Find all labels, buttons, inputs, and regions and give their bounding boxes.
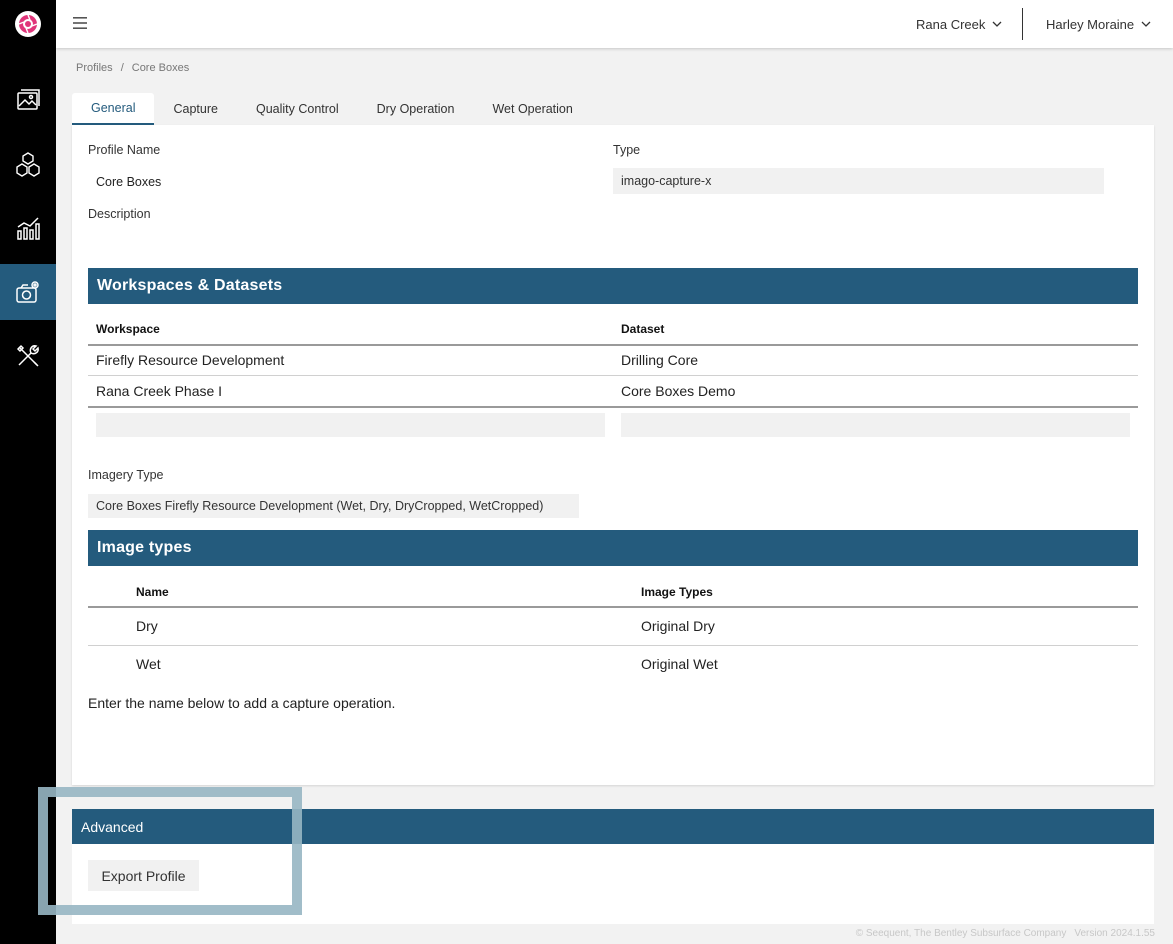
table-row-workspace: Rana Creek Phase I: [96, 383, 223, 399]
table-row-divider: [88, 406, 1138, 408]
table-row-name: Dry: [136, 618, 158, 634]
footer: © Seequent, The Bentley Subsurface Compa…: [848, 928, 1155, 939]
table-row-dataset: Drilling Core: [621, 352, 699, 368]
header-divider: [1022, 8, 1023, 40]
camera-settings-icon: [16, 281, 39, 303]
column-header-workspace: Workspace: [96, 322, 160, 336]
user-menu[interactable]: Harley Moraine: [1046, 0, 1151, 48]
imagery-type-field: Core Boxes Firefly Resource Development …: [88, 494, 579, 518]
table-row-workspace: Firefly Resource Development: [96, 352, 285, 368]
table-row-image-type: Original Wet: [641, 656, 718, 672]
breadcrumb-current: Core Boxes: [131, 62, 190, 74]
column-header-dataset: Dataset: [621, 322, 665, 336]
tab-wet-operation[interactable]: Wet Operation: [473, 93, 591, 125]
tab-capture[interactable]: Capture: [154, 93, 236, 125]
workspace-selector-label: Rana Creek: [916, 16, 986, 32]
workspace-selector[interactable]: Rana Creek: [916, 0, 1002, 48]
capture-operation-hint: Enter the name below to add a capture op…: [88, 695, 396, 711]
description-label: Description: [88, 207, 151, 221]
new-workspace-input[interactable]: [96, 413, 605, 437]
table-header-divider: [88, 606, 1138, 608]
chevron-down-icon: [1141, 21, 1151, 27]
tab-general[interactable]: General: [72, 93, 155, 125]
profile-name-label: Profile Name: [88, 143, 161, 157]
breadcrumb: Profiles / Core Boxes: [76, 62, 189, 74]
user-name: Harley Moraine: [1046, 16, 1135, 32]
profile-tabs: General Capture Quality Control Dry Oper…: [72, 93, 592, 125]
table-row-image-type: Original Dry: [641, 618, 715, 634]
hamburger-menu-icon[interactable]: [73, 16, 87, 30]
chevron-down-icon: [992, 21, 1002, 27]
type-field: imago-capture-x: [613, 168, 1104, 194]
table-row-name: Wet: [136, 656, 161, 672]
sidebar: [0, 0, 56, 944]
footer-version: Version 2024.1.55: [1074, 928, 1155, 939]
breadcrumb-separator: /: [120, 62, 124, 74]
workspaces-section-header: Workspaces & Datasets: [88, 268, 1138, 304]
nav-tools[interactable]: [0, 328, 56, 384]
app-logo-icon[interactable]: [14, 10, 42, 38]
nav-capture-profiles[interactable]: [0, 264, 56, 320]
type-label: Type: [613, 143, 641, 157]
tools-icon: [16, 344, 39, 367]
image-types-table: Name Image Types Dry Original Dry Wet Or…: [88, 566, 1138, 686]
tab-dry-operation[interactable]: Dry Operation: [358, 93, 474, 125]
table-row-dataset: Core Boxes Demo: [621, 383, 736, 399]
column-header-image-types: Image Types: [641, 585, 713, 599]
breadcrumb-profiles[interactable]: Profiles: [76, 62, 113, 74]
profile-name-value[interactable]: Core Boxes: [96, 175, 161, 189]
imagery-type-label: Imagery Type: [88, 468, 164, 482]
nav-boxes[interactable]: [0, 136, 56, 192]
table-header-divider: [88, 344, 1138, 346]
table-row-divider: [88, 645, 1138, 646]
export-profile-button[interactable]: Export Profile: [88, 860, 199, 891]
workspaces-table: Workspace Dataset Firefly Resource Devel…: [88, 304, 1138, 444]
advanced-section-body: [72, 844, 1154, 924]
table-row-divider: [88, 375, 1138, 376]
image-types-section-header: Image types: [88, 530, 1138, 566]
column-header-name: Name: [136, 585, 169, 599]
chart-icon: [17, 217, 40, 240]
tab-quality-control[interactable]: Quality Control: [237, 93, 358, 125]
general-card: Profile Name Core Boxes Type imago-captu…: [72, 125, 1154, 785]
nav-gallery[interactable]: [0, 72, 56, 128]
footer-copyright: © Seequent, The Bentley Subsurface Compa…: [855, 928, 1067, 939]
nav-analytics[interactable]: [0, 200, 56, 256]
advanced-section-header: Advanced: [72, 809, 1154, 844]
cubes-icon: [16, 152, 40, 177]
new-dataset-input[interactable]: [621, 413, 1130, 437]
image-gallery-icon: [17, 89, 40, 110]
top-header: Rana Creek Harley Moraine: [56, 0, 1173, 48]
